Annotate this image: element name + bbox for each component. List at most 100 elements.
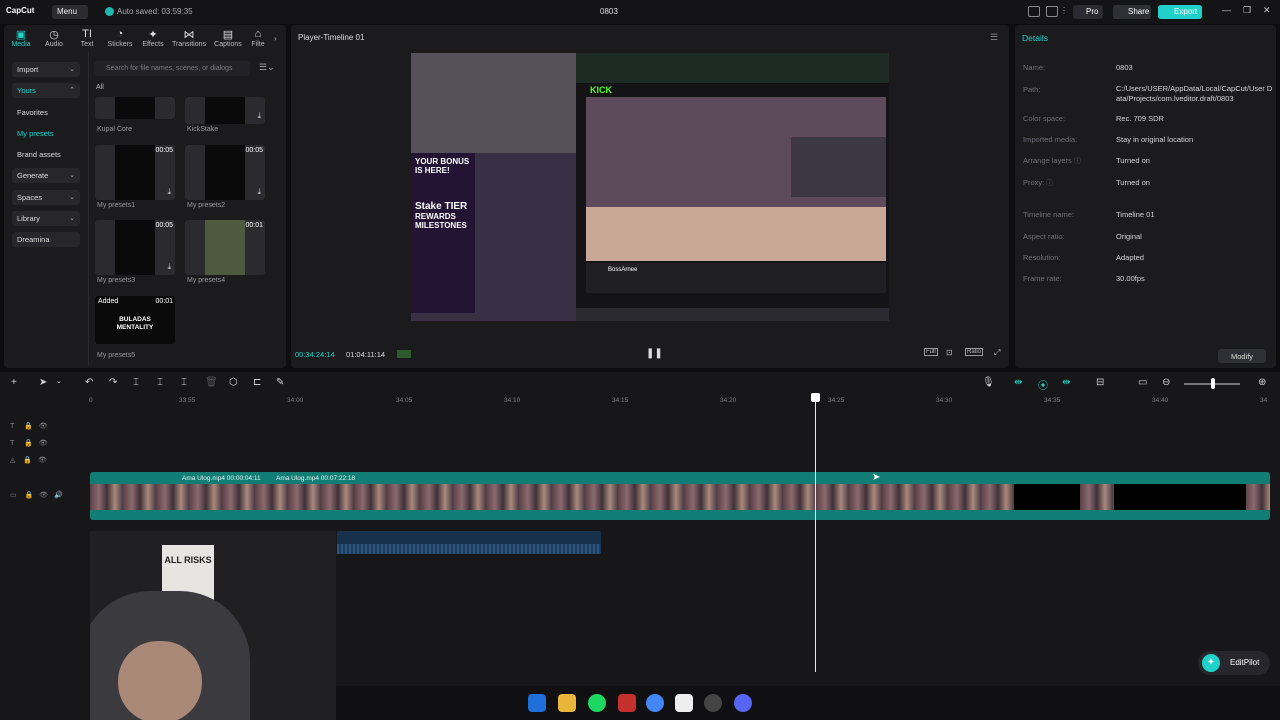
start-icon[interactable] [528, 694, 546, 712]
search-input[interactable]: Search for file names, scenes, or dialog… [94, 61, 250, 76]
text-track-header: T 🔒 👁 [10, 439, 48, 447]
file-explorer-icon[interactable] [558, 694, 576, 712]
timeline-ruler[interactable]: 0 33:55 34:00 34:05 34:10 34:15 34:20 34… [88, 393, 1274, 405]
eye-icon[interactable]: 👁 [39, 440, 48, 447]
current-timecode: 00:34:24:14 [295, 350, 335, 359]
tab-text[interactable]: TI Text [70, 28, 104, 48]
microphone-icon[interactable]: 🎙 [982, 377, 995, 388]
info-icon[interactable]: ⓘ [1046, 178, 1053, 188]
more-icon[interactable]: ⋮ [1060, 6, 1068, 17]
lock-icon[interactable]: 🔒 [24, 423, 33, 430]
marker-icon[interactable]: ⬡ [229, 377, 238, 388]
media-item[interactable]: ⤓ [185, 97, 265, 124]
tab-transitions[interactable]: ⋈ Transitions [172, 28, 206, 48]
lock-icon[interactable]: 🔒 [25, 492, 34, 499]
media-item[interactable] [95, 97, 175, 119]
zoom-out-icon[interactable]: ⊖ [1162, 377, 1170, 388]
media-item[interactable]: Added 00:01 BULADAS MENTALITY [95, 296, 175, 344]
info-icon[interactable]: ⓘ [1074, 156, 1081, 166]
tab-captions[interactable]: ▤ Captions [211, 28, 245, 48]
filter-icon[interactable]: ☰⌄ [259, 62, 275, 73]
fullscreen-icon[interactable]: ⤢ [994, 348, 1000, 358]
crop-clip-icon[interactable]: ⊏ [253, 377, 261, 388]
tab-effects[interactable]: ✦ Effects [136, 28, 170, 48]
video-clip-track[interactable]: Ama Ulog.mp4 00:00:04:11 Ama Ulog.mp4 00… [90, 472, 1270, 520]
select-tool-icon[interactable]: ➤ [39, 377, 47, 388]
sidebar-item-brand-assets[interactable]: Brand assets [12, 147, 80, 162]
cover-icon[interactable]: ▭ [10, 492, 17, 499]
close-icon[interactable]: ✕ [1263, 5, 1271, 16]
redo-icon[interactable]: ↷ [109, 377, 117, 388]
detail-value: Turned on [1116, 178, 1150, 187]
sidebar-item-dreamina[interactable]: Dreamina [12, 232, 80, 247]
layout-icon[interactable] [1028, 6, 1040, 17]
tab-stickers[interactable]: ◔ Stickers [103, 28, 137, 48]
download-icon[interactable]: ⤓ [257, 111, 261, 121]
player-menu-icon[interactable]: ☰ [990, 32, 998, 43]
eye-icon[interactable]: 👁 [38, 457, 47, 464]
ruler-tick: 34:35 [1044, 397, 1061, 404]
tab-filters[interactable]: ⌂ Filte [243, 28, 273, 48]
app-icon[interactable] [618, 694, 636, 712]
preview-axis-icon[interactable]: ⊟ [1096, 377, 1104, 388]
restore-icon[interactable]: ❐ [1243, 5, 1251, 16]
speaker-icon[interactable]: 🔊 [54, 492, 63, 499]
editpilot-button[interactable]: ✦ EditPilot [1198, 651, 1270, 675]
lock-icon[interactable]: 🔒 [24, 440, 33, 447]
subtitle-icon[interactable]: ▭ [1138, 377, 1147, 388]
full-button[interactable]: Full [924, 348, 938, 356]
magic-edit-icon[interactable]: ✎ [276, 377, 284, 388]
media-item[interactable]: 00:05 ⤓ [185, 145, 265, 200]
modify-button[interactable]: Modify [1218, 349, 1266, 363]
spotify-icon[interactable] [588, 694, 606, 712]
media-item[interactable]: 00:05 ⤓ [95, 220, 175, 275]
sidebar-item-generate[interactable]: Generate ⌄ [12, 168, 80, 183]
split-icon[interactable]: ⌶ [133, 377, 139, 388]
download-icon[interactable]: ⤓ [257, 187, 261, 197]
pro-button[interactable]: Pro [1073, 5, 1103, 19]
download-icon[interactable]: ⤓ [167, 187, 171, 197]
delete-icon[interactable]: 🗑 [205, 377, 218, 388]
split-right-icon[interactable]: ⌶ [181, 377, 187, 388]
crop-icon[interactable]: ⊡ [946, 348, 953, 357]
audio-clip[interactable] [337, 531, 601, 554]
sidebar-item-library[interactable]: Library ⌄ [12, 211, 80, 226]
share-button[interactable]: Share [1113, 5, 1151, 19]
lock-icon[interactable]: 🔒 [23, 457, 32, 464]
playhead-handle[interactable] [811, 393, 820, 402]
snap-icon[interactable]: ⇹ [1062, 377, 1070, 388]
discord-icon[interactable] [734, 694, 752, 712]
eye-icon[interactable]: 👁 [39, 492, 48, 499]
menu-button[interactable]: Menu [52, 5, 88, 19]
minimize-icon[interactable]: — [1222, 5, 1231, 15]
tabs-scroll-right-icon[interactable]: › [274, 34, 277, 43]
sidebar-item-my-presets[interactable]: My presets [12, 126, 80, 141]
import-button[interactable]: Import ⌄ [12, 62, 80, 77]
export-button[interactable]: Export [1158, 5, 1202, 19]
capcut-icon[interactable] [675, 694, 693, 712]
add-track-icon[interactable]: + [11, 377, 17, 388]
zoom-in-icon[interactable]: ⊕ [1258, 377, 1266, 388]
shortcuts-icon[interactable] [1046, 6, 1058, 17]
undo-icon[interactable]: ↶ [85, 377, 93, 388]
main-track-magnet-icon[interactable]: ⇹ [1014, 377, 1022, 388]
pause-button[interactable]: ❚❚ [646, 348, 663, 359]
zoom-slider-handle[interactable] [1211, 378, 1215, 389]
playhead[interactable] [815, 396, 816, 672]
sidebar-item-yours[interactable]: Yours ⌃ [12, 83, 80, 98]
linkage-icon[interactable]: ⦿ [1038, 377, 1048, 392]
media-item[interactable]: 00:01 [185, 220, 265, 275]
sidebar-item-favorites[interactable]: Favorites [12, 105, 80, 120]
filter-all[interactable]: All [96, 84, 104, 91]
sidebar-item-spaces[interactable]: Spaces ⌄ [12, 190, 80, 205]
chevron-down-icon[interactable]: ⌄ [56, 377, 62, 385]
app-icon[interactable] [704, 694, 722, 712]
ratio-button[interactable]: Ratio [965, 348, 984, 356]
media-item[interactable]: 00:05 ⤓ [95, 145, 175, 200]
eye-icon[interactable]: 👁 [39, 423, 48, 430]
split-left-icon[interactable]: ⌶ [157, 377, 163, 388]
tab-media[interactable]: ▣ Media [4, 28, 38, 48]
download-icon[interactable]: ⤓ [167, 262, 171, 272]
chrome-icon[interactable] [646, 694, 664, 712]
tab-audio[interactable]: ◷ Audio [37, 28, 71, 48]
